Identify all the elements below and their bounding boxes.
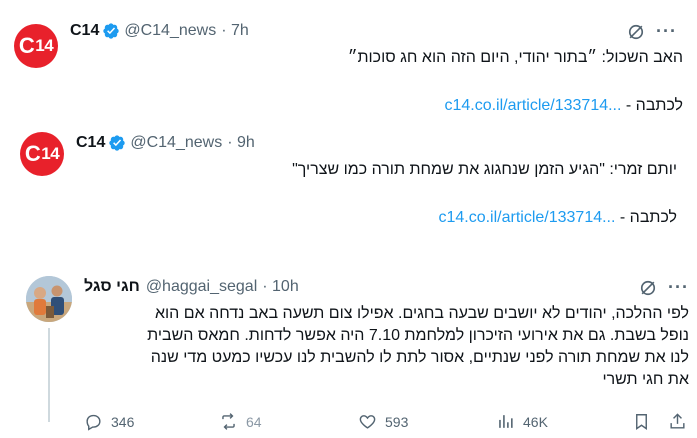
profile-photo <box>26 276 72 322</box>
tweet-link-line: לכתבה - c14.co.il/article/133714... <box>77 208 677 228</box>
author-name[interactable]: חגי סגל <box>84 278 140 296</box>
repost-count: 64 <box>246 413 262 430</box>
tweet-text: האב השכול: ״בתור יהודי, היום הזה הוא חג … <box>347 49 683 66</box>
article-link[interactable]: c14.co.il/article/133714... <box>444 97 621 114</box>
like-count: 593 <box>385 413 409 430</box>
views-icon <box>499 415 513 428</box>
repost-icon <box>222 413 235 430</box>
more-icon[interactable]: ··· <box>668 278 689 296</box>
tweet-2[interactable]: C 14 C14 @C14_news · 9h יותם זמרי: "הגיע … <box>0 120 697 240</box>
like-button[interactable]: 593 <box>358 412 408 431</box>
grok-icon[interactable] <box>626 22 646 42</box>
tweet-1[interactable]: C 14 C14 @C14_news · 7h ··· האב השכול: ״ב… <box>0 0 697 120</box>
verified-icon <box>103 23 120 39</box>
author-name[interactable]: C14 <box>76 134 105 152</box>
tweet-time[interactable]: · 7h <box>221 22 249 40</box>
tweet-text-line-4: את חגי תשרי <box>602 371 689 388</box>
tweet-text-line-3: לנו את שמחת תורה לפני שנתיים, אסור לתת ל… <box>150 349 689 366</box>
reply-button[interactable]: 346 <box>84 412 134 431</box>
reply-icon <box>86 414 101 431</box>
tweet-header: C14 @C14_news · 9h <box>76 134 255 152</box>
tweet-header: חגי סגל @haggai_segal · 10h <box>84 278 299 296</box>
author-handle[interactable]: @C14_news <box>130 134 222 152</box>
tweet-text-line-2: נופל בשבת. גם את אירועי הזיכרון למלחמת 7… <box>147 327 689 344</box>
tweet-header: C14 @C14_news · 7h <box>70 22 249 40</box>
reply-count: 346 <box>111 413 135 430</box>
article-link[interactable]: c14.co.il/article/133714... <box>438 209 615 226</box>
author-name[interactable]: C14 <box>70 22 99 40</box>
avatar[interactable]: C 14 <box>14 24 58 68</box>
share-icon[interactable] <box>668 412 687 431</box>
author-handle[interactable]: @haggai_segal <box>146 278 257 296</box>
views-count: 46K <box>523 413 548 430</box>
avatar[interactable] <box>26 276 72 322</box>
repost-button[interactable]: 64 <box>219 412 262 431</box>
like-icon <box>359 415 376 429</box>
author-handle[interactable]: @C14_news <box>124 22 216 40</box>
thread-line <box>48 328 50 422</box>
link-prefix: לכתבה - <box>621 97 683 114</box>
more-icon[interactable]: ··· <box>656 22 677 40</box>
views-button[interactable]: 46K <box>496 412 548 431</box>
tweet-time[interactable]: · 9h <box>227 134 255 152</box>
grok-icon[interactable] <box>638 278 658 298</box>
tweet-text: יותם זמרי: "הגיע הזמן שנחגוג את שמחת תור… <box>292 161 677 178</box>
avatar[interactable]: C 14 <box>20 132 64 176</box>
link-prefix: לכתבה - <box>615 209 677 226</box>
verified-icon <box>109 135 126 151</box>
tweet-3[interactable]: חגי סגל @haggai_segal · 10h ··· לפי ההלכ… <box>0 262 697 438</box>
tweet-time[interactable]: · 10h <box>262 278 298 296</box>
tweet-link-line: לכתבה - c14.co.il/article/133714... <box>83 96 683 116</box>
tweet-text-line-1: לפי ההלכה, יהודים לא יושבים שבעה בחגים. … <box>154 305 689 322</box>
bookmark-icon[interactable] <box>632 412 651 431</box>
